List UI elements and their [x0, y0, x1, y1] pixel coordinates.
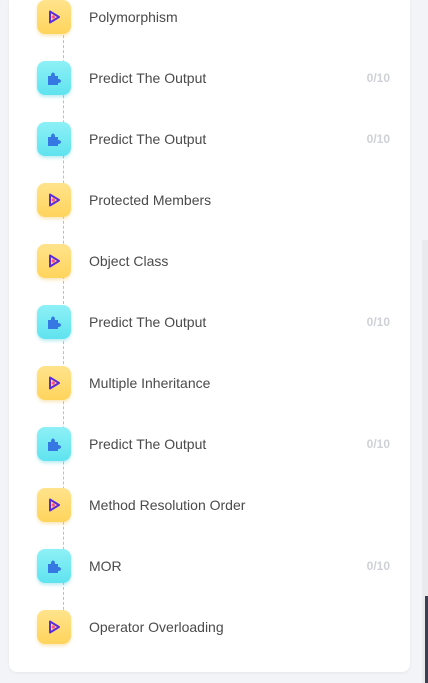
quiz-lesson-badge — [37, 549, 71, 583]
lesson-item-11[interactable]: Operator Overloading — [9, 602, 410, 663]
play-icon — [46, 375, 62, 391]
play-icon — [46, 192, 62, 208]
video-lesson-badge — [37, 488, 71, 522]
lesson-title: Protected Members — [89, 192, 212, 208]
lesson-title: Predict The Output — [89, 314, 207, 330]
video-lesson-badge — [37, 183, 71, 217]
play-icon — [46, 253, 62, 269]
lesson-item-2[interactable]: Predict The Output 0/10 — [9, 53, 410, 114]
video-lesson-badge — [37, 610, 71, 644]
lesson-score: 0/10 — [366, 71, 390, 85]
puzzle-icon — [45, 69, 63, 87]
lesson-score: 0/10 — [366, 559, 390, 573]
lesson-title: Method Resolution Order — [89, 497, 246, 513]
quiz-lesson-badge — [37, 427, 71, 461]
video-lesson-badge — [37, 366, 71, 400]
quiz-lesson-badge — [37, 122, 71, 156]
lesson-title: Predict The Output — [89, 70, 207, 86]
lesson-score: 0/10 — [366, 132, 390, 146]
lesson-item-1[interactable]: Polymorphism — [9, 0, 410, 53]
lesson-title: MOR — [89, 558, 122, 574]
puzzle-icon — [45, 557, 63, 575]
lesson-title: Predict The Output — [89, 436, 207, 452]
lesson-item-6[interactable]: Predict The Output 0/10 — [9, 297, 410, 358]
lesson-item-5[interactable]: Object Class — [9, 236, 410, 297]
quiz-lesson-badge — [37, 61, 71, 95]
lesson-title: Multiple Inheritance — [89, 375, 211, 391]
puzzle-icon — [45, 435, 63, 453]
lesson-score: 0/10 — [366, 437, 390, 451]
lesson-item-10[interactable]: MOR 0/10 — [9, 541, 410, 602]
lesson-item-4[interactable]: Protected Members — [9, 175, 410, 236]
video-lesson-badge — [37, 0, 71, 34]
lesson-list-card: Polymorphism Predict The Output 0/10 Predic… — [9, 0, 410, 672]
play-icon — [46, 9, 62, 25]
video-lesson-badge — [37, 244, 71, 278]
play-icon — [46, 619, 62, 635]
play-icon — [46, 497, 62, 513]
lesson-item-9[interactable]: Method Resolution Order — [9, 480, 410, 541]
lesson-item-7[interactable]: Multiple Inheritance — [9, 358, 410, 419]
lesson-score: 0/10 — [366, 315, 390, 329]
lesson-item-8[interactable]: Predict The Output 0/10 — [9, 419, 410, 480]
quiz-lesson-badge — [37, 305, 71, 339]
lesson-item-3[interactable]: Predict The Output 0/10 — [9, 114, 410, 175]
lesson-title: Operator Overloading — [89, 619, 224, 635]
lesson-title: Polymorphism — [89, 9, 178, 25]
puzzle-icon — [45, 313, 63, 331]
lesson-title: Object Class — [89, 253, 169, 269]
lesson-title: Predict The Output — [89, 131, 207, 147]
puzzle-icon — [45, 130, 63, 148]
